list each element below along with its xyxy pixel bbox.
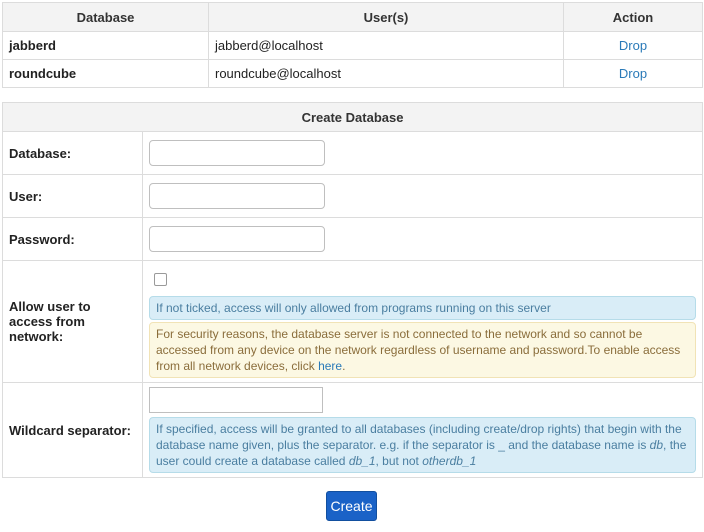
network-warning-note: For security reasons, the database serve… <box>149 322 697 378</box>
database-input-cell <box>141 131 704 175</box>
wildcard-info-text: If specified, access will be granted to … <box>156 422 682 452</box>
network-warning-end: . <box>342 359 346 373</box>
table-row: jabberd jabberd@localhost Drop <box>2 31 703 60</box>
database-name: jabberd <box>2 31 209 60</box>
database-label: Database: <box>2 131 143 175</box>
password-label: Password: <box>2 217 143 261</box>
wildcard-cell: If specified, access will be granted to … <box>141 382 704 478</box>
network-info-note: If not ticked, access will only allowed … <box>149 296 697 320</box>
enable-network-link[interactable]: here <box>318 359 342 373</box>
action-cell: Drop <box>563 59 703 88</box>
header-database: Database <box>2 2 209 32</box>
network-cell: If not ticked, access will only allowed … <box>141 260 704 383</box>
wildcard-input[interactable] <box>149 387 323 413</box>
network-warning-text: For security reasons, the database serve… <box>156 327 681 373</box>
create-button[interactable]: Create <box>326 491 377 521</box>
wildcard-info-text: , but not <box>375 454 419 468</box>
password-input[interactable] <box>149 226 325 252</box>
user-input[interactable] <box>149 183 325 209</box>
database-user: jabberd@localhost <box>208 31 564 60</box>
network-row: Allow user to access from network: If no… <box>2 260 704 383</box>
database-user: roundcube@localhost <box>208 59 564 88</box>
database-name: roundcube <box>2 59 209 88</box>
drop-link[interactable]: Drop <box>619 66 647 81</box>
databases-table-header: Database User(s) Action <box>2 2 703 32</box>
page: Database User(s) Action jabberd jabberd@… <box>0 0 704 532</box>
drop-link[interactable]: Drop <box>619 38 647 53</box>
header-users: User(s) <box>208 2 564 32</box>
network-label: Allow user to access from network: <box>2 260 143 383</box>
wildcard-example-otherdb: otherdb_1 <box>422 454 477 468</box>
create-database-form: Create Database Database: User: Password… <box>1 102 704 478</box>
action-cell: Drop <box>563 31 703 60</box>
password-row: Password: <box>2 217 704 261</box>
wildcard-example-db: db <box>649 438 664 452</box>
user-row: User: <box>2 174 704 218</box>
create-form-title: Create Database <box>1 102 704 132</box>
user-label: User: <box>2 174 143 218</box>
header-action: Action <box>563 2 703 32</box>
wildcard-info-note: If specified, access will be granted to … <box>149 417 697 473</box>
databases-table: Database User(s) Action jabberd jabberd@… <box>2 2 703 88</box>
database-input[interactable] <box>149 140 325 166</box>
wildcard-label: Wildcard separator: <box>2 382 143 478</box>
table-row: roundcube roundcube@localhost Drop <box>2 59 703 88</box>
wildcard-row: Wildcard separator: If specified, access… <box>2 382 704 478</box>
password-input-cell <box>141 217 704 261</box>
allow-network-checkbox[interactable] <box>154 273 167 286</box>
database-row: Database: <box>2 131 704 175</box>
wildcard-example-db1: db_1 <box>348 454 376 468</box>
user-input-cell <box>141 174 704 218</box>
